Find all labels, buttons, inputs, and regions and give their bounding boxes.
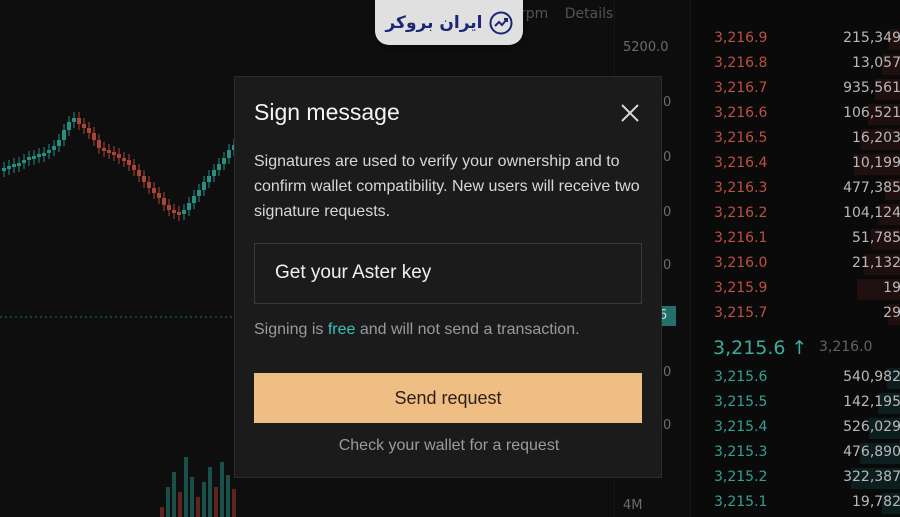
aster-key-box: Get your Aster key [254, 243, 642, 304]
signing-info: Signing is free and will not send a tran… [254, 321, 580, 339]
signing-info-suffix: and will not send a transaction. [355, 321, 580, 338]
modal-description: Signatures are used to verify your owner… [254, 153, 640, 220]
modal-title: Sign message [254, 99, 400, 125]
close-button[interactable] [616, 99, 644, 127]
trading-app: rpm Details 5200.0 0 0 0 0 0 0 4M 6 3,21… [0, 0, 900, 517]
send-request-button[interactable]: Send request [254, 373, 642, 423]
aster-key-label: Get your Aster key [275, 262, 432, 283]
sign-message-modal: Sign message Signatures are used to veri… [234, 76, 662, 478]
signing-info-prefix: Signing is [254, 321, 328, 338]
free-highlight: free [327, 321, 356, 338]
wallet-note: Check your wallet for a request [338, 437, 560, 454]
close-icon [621, 104, 639, 122]
